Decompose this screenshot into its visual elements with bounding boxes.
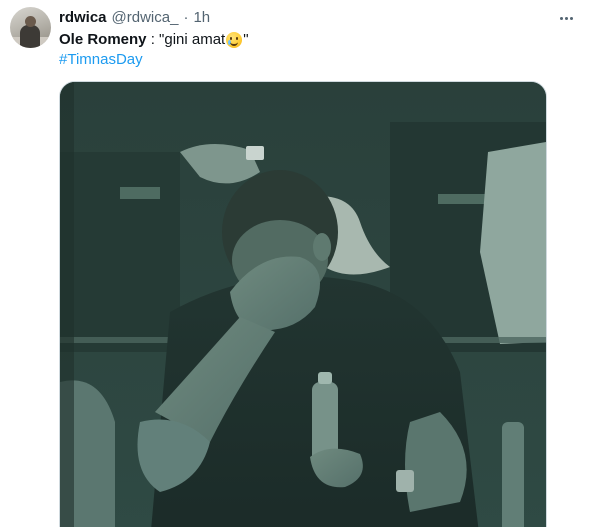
avatar[interactable] — [10, 7, 51, 48]
photo-ear — [313, 233, 331, 261]
photo-edge-shadow — [60, 82, 74, 527]
crying-smile-emoji-icon — [226, 32, 243, 48]
photo-illustration — [60, 82, 546, 527]
tear-icon — [228, 40, 232, 45]
photo-bg-seat-left — [60, 152, 180, 352]
avatar-figure-head — [25, 16, 36, 27]
author-display-name[interactable]: rdwica — [59, 8, 107, 28]
photo-bg-rail — [120, 187, 160, 199]
more-dot — [564, 16, 568, 20]
tweet-media-photo[interactable] — [59, 81, 547, 527]
tweet-header: rdwica @rdwica_ · 1h — [59, 8, 210, 28]
photo-right-bottle — [502, 422, 524, 527]
tweet-text-speaker: Ole Romeny — [59, 31, 147, 48]
separator-dot: · — [183, 9, 189, 26]
hashtag-link[interactable]: #TimnasDay — [59, 50, 143, 70]
author-handle[interactable]: @rdwica_ — [112, 8, 179, 28]
tweet[interactable]: rdwica @rdwica_ · 1h Ole Romeny : "gini … — [0, 0, 591, 527]
tweet-text: Ole Romeny : "gini amat " — [59, 30, 249, 50]
more-dot — [559, 16, 563, 20]
more-horizontal-icon[interactable] — [555, 8, 577, 28]
tweet-text-quote: : "gini amat — [146, 31, 226, 48]
photo-bg-watch — [246, 146, 264, 160]
tweet-text-closing-quote: " — [243, 31, 249, 48]
tweet-timestamp[interactable]: 1h — [193, 8, 210, 28]
avatar-figure-body — [20, 25, 40, 48]
photo-wristwatch — [396, 470, 414, 492]
photo-bottle-cap — [318, 372, 332, 384]
more-dot — [569, 16, 573, 20]
